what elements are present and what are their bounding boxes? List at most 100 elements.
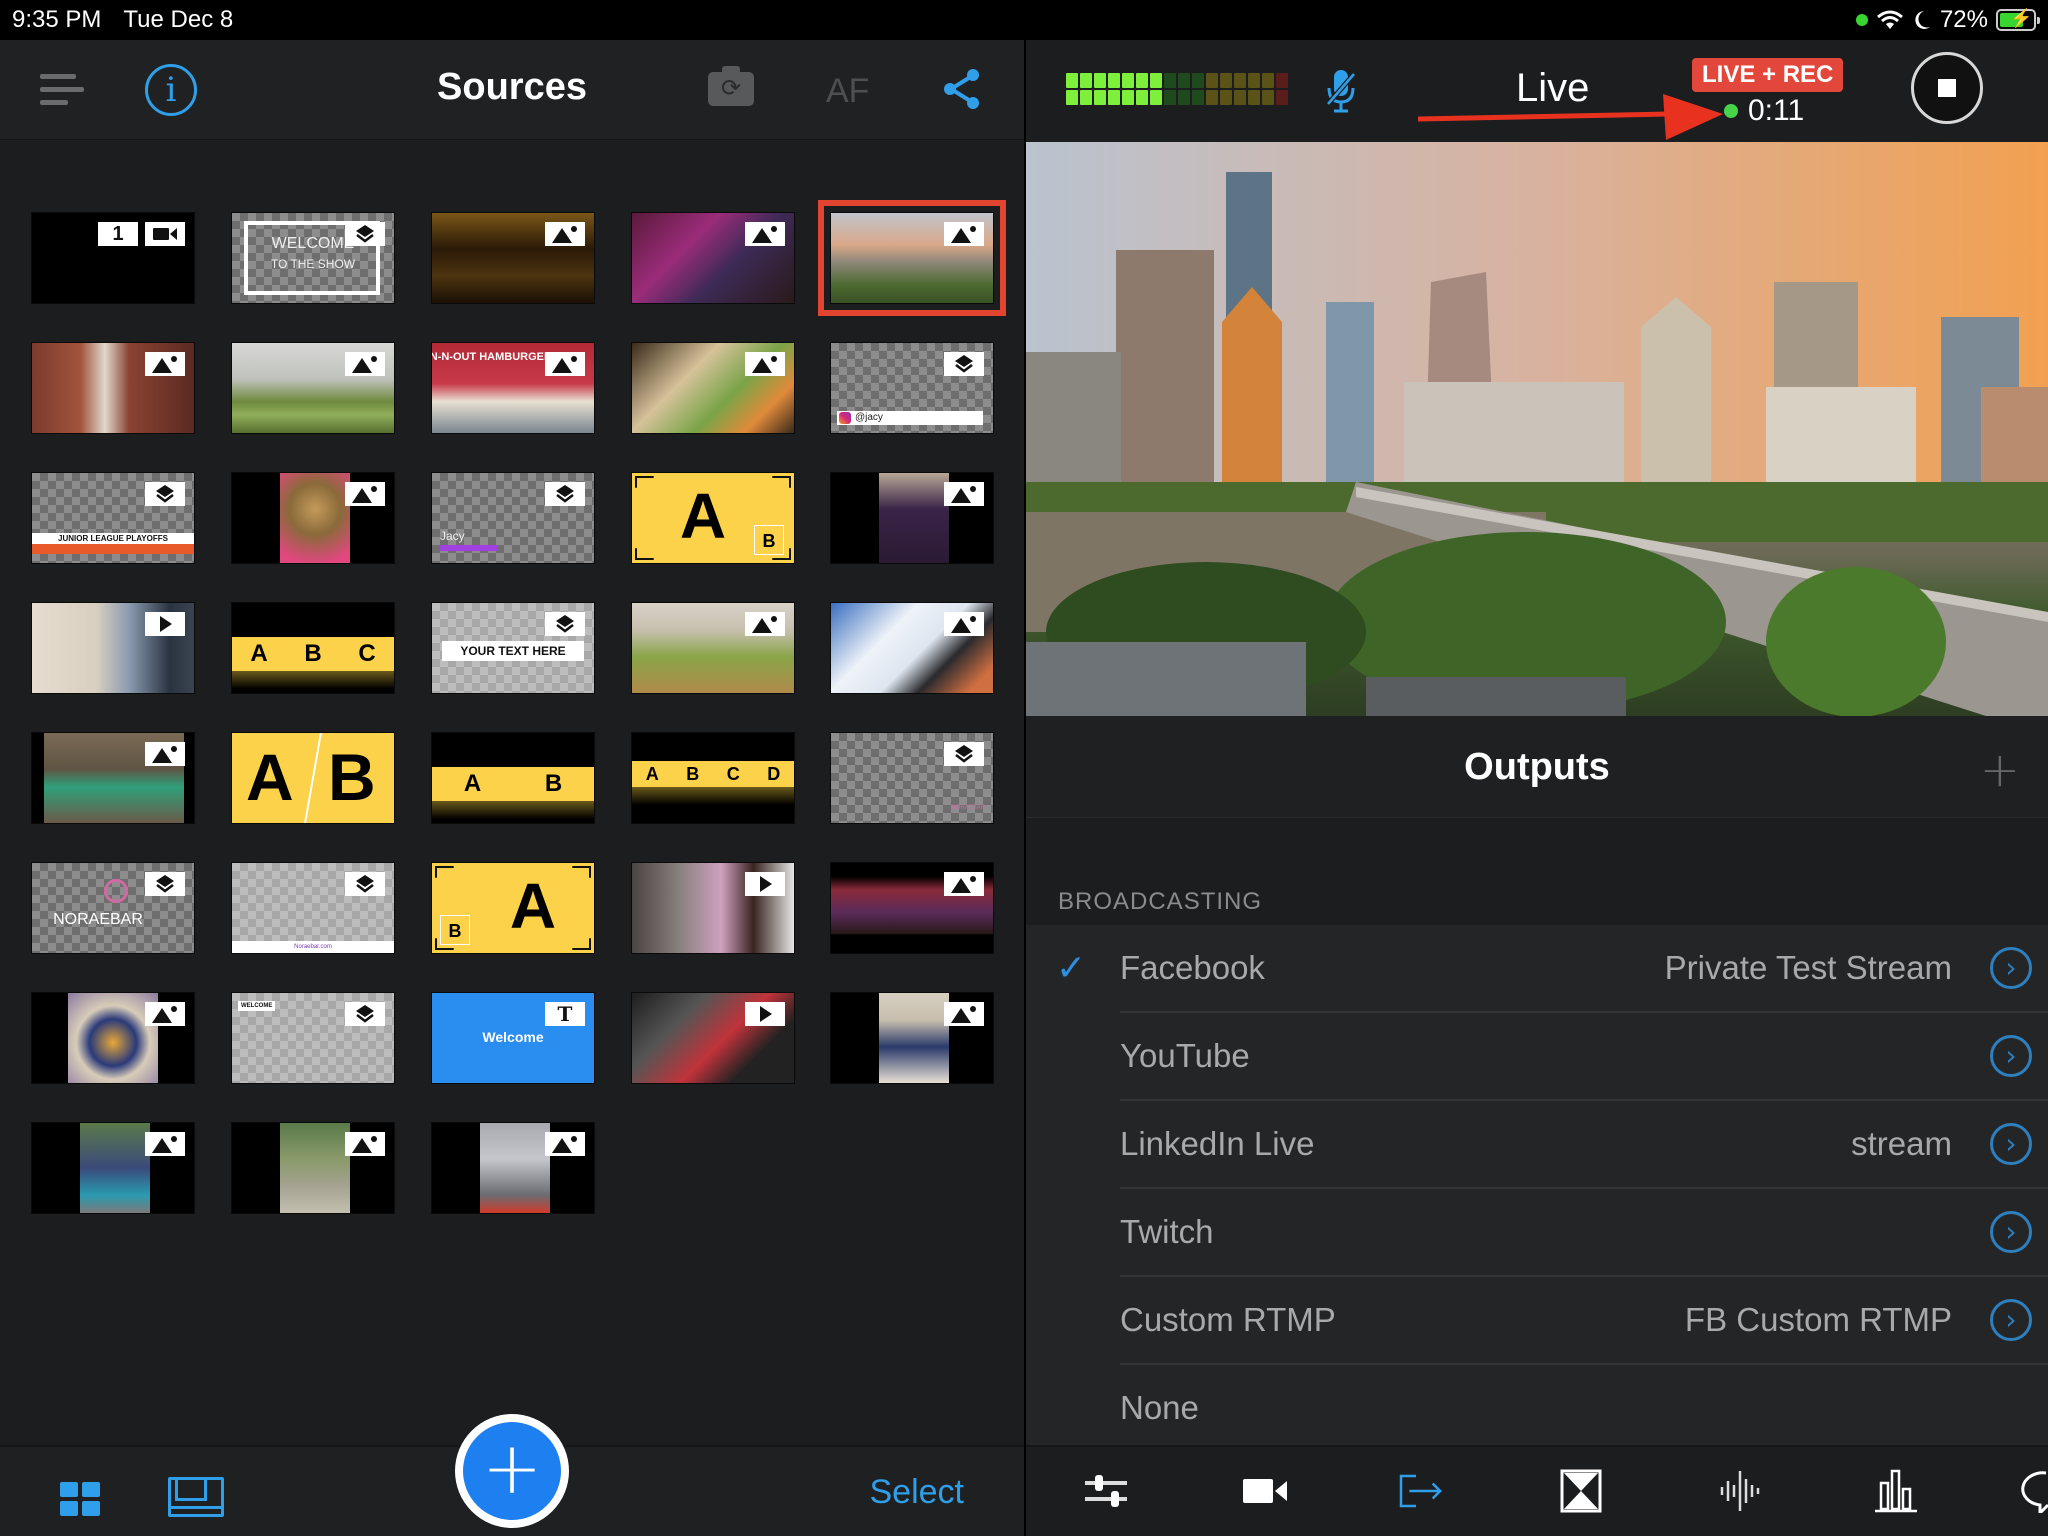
share-icon[interactable] — [942, 68, 982, 110]
live-preview[interactable] — [1026, 142, 2048, 716]
output-name: Twitch — [1120, 1213, 1214, 1250]
output-icon[interactable] — [1396, 1469, 1446, 1513]
source-thumbnail[interactable]: @jacy — [830, 342, 994, 434]
source-thumbnail[interactable] — [231, 1122, 395, 1214]
image-icon — [944, 872, 984, 896]
image-icon — [545, 1132, 585, 1156]
layout-reflection — [432, 801, 594, 819]
chevron-right-icon[interactable]: › — [1990, 947, 2032, 989]
layout-reflection — [232, 671, 394, 689]
source-thumbnail[interactable] — [818, 200, 1006, 316]
grid-view-icon[interactable] — [60, 1482, 100, 1516]
thumbnail-text: Noraebar.com — [232, 941, 394, 953]
output-detail: stream — [1851, 1125, 1952, 1162]
source-thumbnail[interactable] — [830, 862, 994, 954]
output-row[interactable]: ✓ Facebook Private Test Stream › — [1026, 925, 2048, 1013]
source-thumbnail[interactable]: A B C — [231, 602, 395, 694]
layout-letter: B — [304, 640, 322, 667]
source-thumbnail[interactable] — [31, 1122, 195, 1214]
thumbnail-text: Welcome — [482, 1029, 544, 1045]
skyline-image — [1026, 142, 2048, 716]
source-thumbnail[interactable] — [631, 992, 795, 1084]
source-thumbnail[interactable]: A B C D — [631, 732, 795, 824]
source-thumbnail[interactable] — [830, 472, 994, 564]
meter-segment — [1136, 90, 1148, 105]
stats-icon[interactable] — [1871, 1469, 1921, 1513]
chevron-right-icon[interactable]: › — [1990, 1123, 2032, 1165]
source-thumbnail[interactable]: YOUR TEXT HERE — [431, 602, 595, 694]
source-thumbnail[interactable] — [31, 602, 195, 694]
page-title: Sources — [437, 66, 587, 108]
add-output-button[interactable]: + — [1980, 742, 2020, 798]
source-thumbnail[interactable]: AB — [431, 862, 595, 954]
source-thumbnail[interactable] — [830, 992, 994, 1084]
source-thumbnail[interactable] — [31, 342, 195, 434]
stop-button[interactable] — [1911, 52, 1983, 124]
image-icon — [545, 222, 585, 246]
source-thumbnail[interactable]: NORAEBAR — [31, 862, 195, 954]
source-thumbnail[interactable]: Jacy — [431, 472, 595, 564]
thumbnail-image — [879, 993, 949, 1083]
transition-icon[interactable] — [1556, 1469, 1606, 1513]
layout-strip: A B C D — [632, 761, 794, 787]
source-thumbnail[interactable] — [31, 732, 195, 824]
chevron-right-icon[interactable]: › — [1990, 1211, 2032, 1253]
recording-dot-icon — [1724, 104, 1738, 118]
audio-level-meter — [1066, 73, 1288, 105]
section-label: BROADCASTING — [1058, 888, 1263, 915]
select-button[interactable]: Select — [870, 1473, 965, 1512]
layers-icon — [345, 222, 385, 246]
source-thumbnail[interactable]: NORAEBAR — [830, 732, 994, 824]
source-thumbnail[interactable]: JUNIOR LEAGUE PLAYOFFS — [31, 472, 195, 564]
source-thumbnail[interactable] — [631, 862, 795, 954]
layout-divider — [304, 733, 322, 823]
outputs-header: Outputs + — [1026, 716, 2048, 818]
source-thumbnail[interactable] — [631, 212, 795, 304]
chevron-right-icon[interactable]: › — [1990, 1035, 2032, 1077]
settings-sliders-icon[interactable] — [1081, 1469, 1131, 1513]
layout-letter: B — [544, 770, 563, 797]
autofocus-button[interactable]: AF — [826, 72, 869, 111]
source-thumbnail[interactable]: AB — [431, 732, 595, 824]
output-row[interactable]: None — [1026, 1365, 2048, 1453]
camera-flip-icon[interactable] — [708, 66, 754, 106]
source-thumbnail[interactable]: Noraebar.com — [231, 862, 395, 954]
source-thumbnail[interactable]: IN-N-OUT HAMBURGERS — [431, 342, 595, 434]
source-thumbnail[interactable] — [431, 1122, 595, 1214]
source-thumbnail[interactable] — [231, 342, 395, 434]
source-thumbnail[interactable] — [830, 602, 994, 694]
source-thumbnail[interactable]: AB — [631, 472, 795, 564]
source-thumbnail[interactable] — [431, 212, 595, 304]
image-icon — [944, 612, 984, 636]
source-thumbnail[interactable] — [231, 472, 395, 564]
meter-segment — [1192, 73, 1204, 88]
comments-icon[interactable] — [2020, 1469, 2048, 1513]
layout-letter: A — [645, 763, 659, 784]
source-thumbnail[interactable]: Welcome T — [431, 992, 595, 1084]
source-thumbnail[interactable]: AB — [231, 732, 395, 824]
source-thumbnail[interactable] — [631, 602, 795, 694]
mic-muted-icon[interactable] — [1326, 68, 1356, 114]
layers-icon — [145, 482, 185, 506]
chevron-right-icon[interactable]: › — [1990, 1299, 2032, 1341]
camera-icon[interactable] — [1241, 1469, 1291, 1513]
output-row[interactable]: Twitch › — [1026, 1189, 2048, 1277]
meter-segment — [1262, 90, 1274, 105]
source-thumbnail[interactable]: WELCOME TO THE SHOW — [231, 212, 395, 304]
image-icon — [145, 1002, 185, 1026]
source-thumbnail[interactable]: 1 — [31, 212, 195, 304]
output-row[interactable]: LinkedIn Live stream › — [1026, 1101, 2048, 1189]
annotation-arrow — [1418, 94, 1723, 140]
source-thumbnail[interactable] — [631, 342, 795, 434]
meter-segment — [1178, 90, 1190, 105]
layout-view-icon[interactable] — [168, 1477, 224, 1517]
image-icon — [345, 482, 385, 506]
layout-letter: B — [328, 740, 376, 814]
output-row[interactable]: YouTube › — [1026, 1013, 2048, 1101]
source-thumbnail[interactable]: WELCOME — [231, 992, 395, 1084]
output-row[interactable]: Custom RTMP FB Custom RTMP › — [1026, 1277, 2048, 1365]
add-source-button[interactable]: + — [455, 1414, 569, 1528]
audio-icon[interactable] — [1716, 1469, 1766, 1513]
source-thumbnail[interactable] — [31, 992, 195, 1084]
output-detail: FB Custom RTMP — [1684, 1301, 1952, 1338]
